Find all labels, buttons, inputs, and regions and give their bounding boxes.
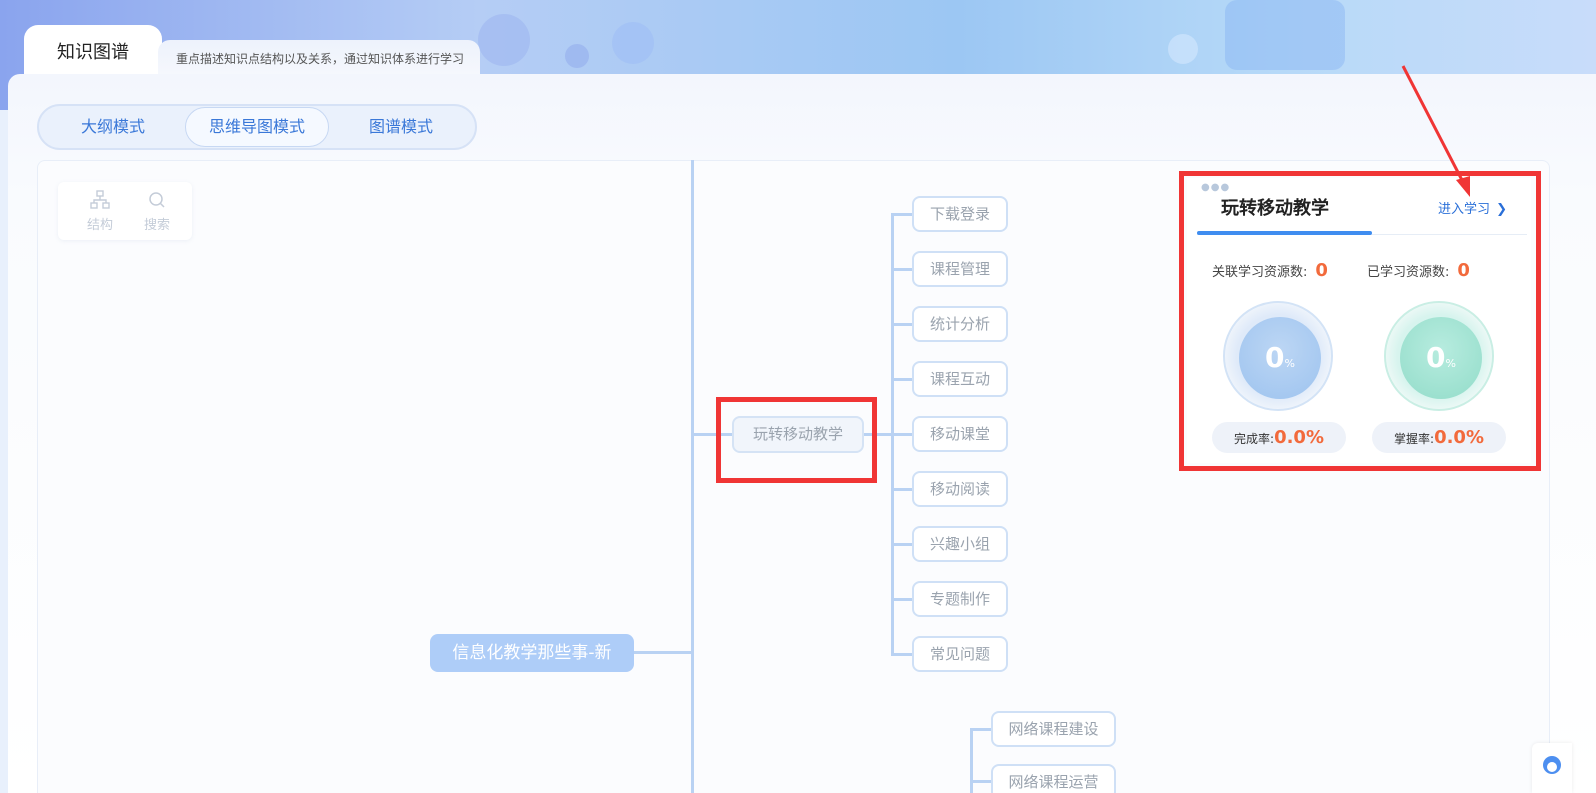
- mindmap-leaf-node[interactable]: 移动课堂: [912, 416, 1008, 452]
- mindmap-leaf-node[interactable]: 常见问题: [912, 636, 1008, 672]
- root-connector: [634, 651, 693, 654]
- toolbox: 结构 搜索: [58, 182, 192, 240]
- mindmap-leaf-node[interactable]: 兴趣小组: [912, 526, 1008, 562]
- search-button[interactable]: 搜索: [137, 190, 177, 233]
- mindmap-leaf-node[interactable]: 网络课程建设: [991, 711, 1116, 747]
- decor-circle: [565, 44, 589, 68]
- decor-circle: [1168, 34, 1198, 64]
- tab-knowledge-graph[interactable]: 知识图谱: [24, 25, 162, 77]
- leaf-connector: [892, 653, 912, 656]
- branch2-spine: [970, 728, 973, 793]
- assistant-icon: [1543, 756, 1561, 774]
- leaf-connector: [971, 780, 991, 783]
- search-label: 搜索: [143, 218, 170, 233]
- trunk-connector: [691, 160, 694, 793]
- highlight-box-card: [1179, 171, 1541, 471]
- leaf-connector: [892, 213, 912, 216]
- leaf-connector: [971, 728, 991, 731]
- help-assistant-button[interactable]: [1532, 743, 1572, 793]
- leaf-connector: [892, 433, 912, 436]
- leaf-connector: [892, 323, 912, 326]
- highlight-box-node: [716, 397, 877, 483]
- mindmap-root-node[interactable]: 信息化教学那些事-新: [430, 634, 634, 672]
- structure-button[interactable]: 结构: [80, 190, 120, 233]
- tab-mindmap-mode[interactable]: 思维导图模式: [185, 107, 330, 147]
- structure-label: 结构: [86, 218, 113, 233]
- mode-switcher: 大纲模式 思维导图模式 图谱模式: [37, 104, 477, 150]
- mindmap-leaf-node[interactable]: 专题制作: [912, 581, 1008, 617]
- decor-circle: [478, 14, 530, 66]
- mindmap-leaf-node[interactable]: 课程互动: [912, 361, 1008, 397]
- tab-graph-mode[interactable]: 图谱模式: [329, 107, 473, 147]
- leaf-connector: [892, 378, 912, 381]
- mindmap-leaf-node[interactable]: 课程管理: [912, 251, 1008, 287]
- mindmap-leaf-node[interactable]: 移动阅读: [912, 471, 1008, 507]
- hierarchy-icon: [90, 190, 110, 209]
- decor-circle: [1225, 0, 1345, 70]
- mindmap-leaf-node[interactable]: 网络课程运营: [991, 764, 1116, 793]
- leaf-connector: [892, 268, 912, 271]
- search-icon: [149, 192, 165, 208]
- tab-outline-mode[interactable]: 大纲模式: [41, 107, 185, 147]
- mindmap-leaf-node[interactable]: 统计分析: [912, 306, 1008, 342]
- leaf-connector: [892, 543, 912, 546]
- leaf-connector: [892, 598, 912, 601]
- leaf-connector: [892, 488, 912, 491]
- tab-description: 重点描述知识点结构以及关系，通过知识体系进行学习: [158, 40, 480, 77]
- decor-circle: [612, 22, 654, 64]
- mindmap-leaf-node[interactable]: 下载登录: [912, 196, 1008, 232]
